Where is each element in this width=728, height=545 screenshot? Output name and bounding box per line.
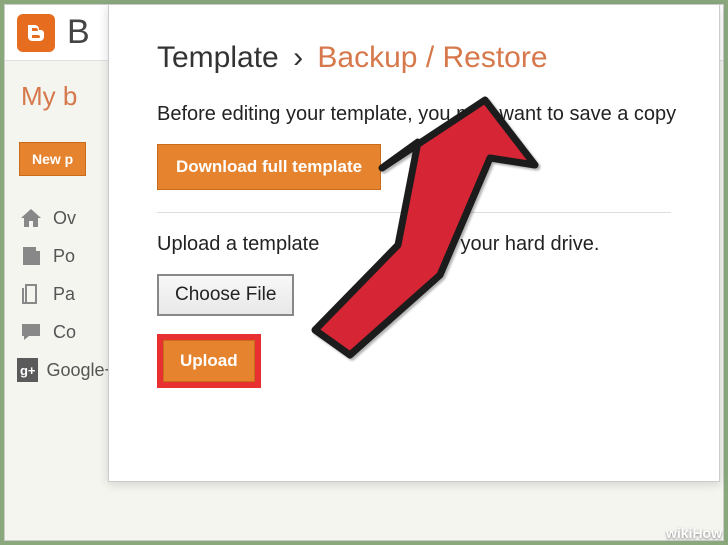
save-copy-text: Before editing your template, you may wa… bbox=[157, 103, 671, 126]
new-post-button[interactable]: New p bbox=[19, 142, 86, 176]
wikihow-watermark: wikiHow bbox=[666, 525, 722, 541]
breadcrumb-backup-restore: Backup / Restore bbox=[317, 41, 547, 74]
nav-overview[interactable]: Ov bbox=[17, 206, 115, 230]
breadcrumb: Template › Backup / Restore bbox=[157, 41, 671, 75]
sidebar: My b New p Ov Po Pa bbox=[5, 61, 125, 416]
blogger-logo[interactable] bbox=[17, 14, 55, 52]
pages-icon bbox=[17, 282, 45, 306]
download-full-template-button[interactable]: Download full template bbox=[157, 144, 381, 190]
blogger-title-letter: B bbox=[67, 13, 90, 52]
divider bbox=[157, 212, 671, 213]
breadcrumb-template[interactable]: Template bbox=[157, 41, 279, 74]
upload-button[interactable]: Upload bbox=[163, 340, 255, 382]
breadcrumb-separator: › bbox=[293, 41, 303, 74]
nav-posts-label: Po bbox=[53, 246, 75, 267]
my-blogs-heading: My b bbox=[15, 81, 115, 112]
google-plus-icon: g+ bbox=[17, 358, 38, 382]
blogger-icon bbox=[24, 21, 48, 45]
nav-comments[interactable]: Co bbox=[17, 320, 115, 344]
upload-text: Upload a template your hard drive. bbox=[157, 233, 671, 256]
posts-icon bbox=[17, 244, 45, 268]
choose-file-button[interactable]: Choose File bbox=[157, 274, 294, 316]
nav-posts[interactable]: Po bbox=[17, 244, 115, 268]
home-icon bbox=[17, 206, 45, 230]
backup-restore-modal: Template › Backup / Restore Before editi… bbox=[108, 4, 720, 482]
comments-icon bbox=[17, 320, 45, 344]
nav-comments-label: Co bbox=[53, 322, 76, 343]
nav-google-plus[interactable]: g+ Google+ bbox=[17, 358, 115, 382]
nav-google-plus-label: Google+ bbox=[46, 360, 115, 381]
nav-overview-label: Ov bbox=[53, 208, 76, 229]
nav-pages-label: Pa bbox=[53, 284, 75, 305]
upload-highlight: Upload bbox=[157, 334, 261, 388]
nav-pages[interactable]: Pa bbox=[17, 282, 115, 306]
